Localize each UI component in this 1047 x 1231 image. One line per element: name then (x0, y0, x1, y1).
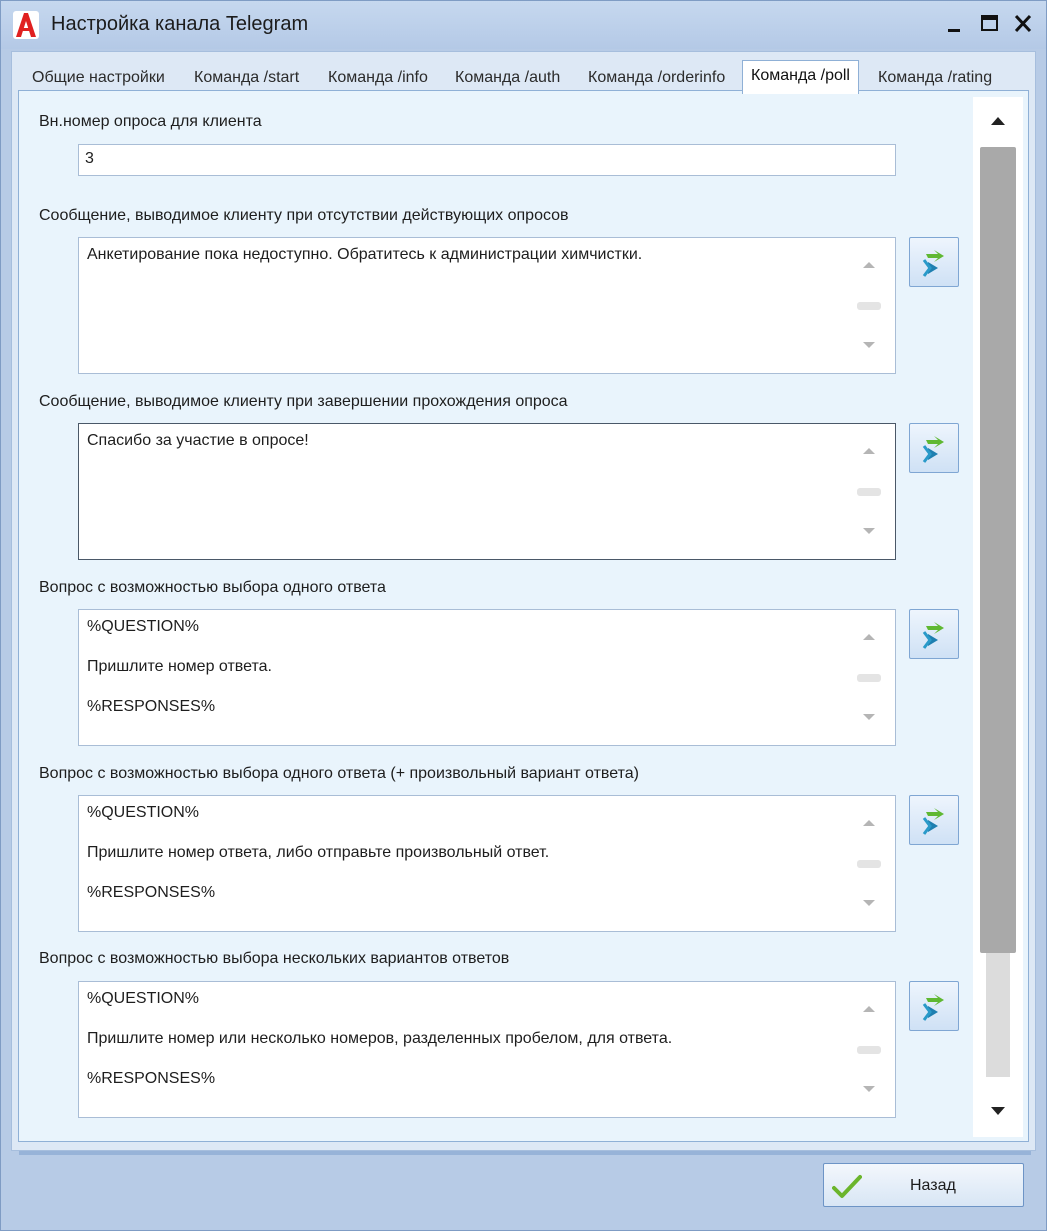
close-button[interactable] (1010, 11, 1036, 37)
single-choice-custom-label: Вопрос с возможностью выбора одного отве… (39, 765, 639, 782)
memo-line: %RESPONSES% (87, 884, 216, 901)
memo-line: %QUESTION% (87, 990, 200, 1007)
scroll-thumb[interactable] (980, 147, 1016, 953)
memo-scroll-thumb[interactable] (857, 302, 881, 310)
back-button[interactable]: Назад (823, 1163, 1024, 1207)
tab-poll[interactable]: Команда /poll (742, 60, 859, 94)
reset-default-button[interactable] (909, 237, 959, 287)
tab-info[interactable]: Команда /info (326, 66, 430, 92)
checkmark-icon (832, 1175, 862, 1198)
tab-general[interactable]: Общие настройки (30, 66, 167, 92)
memo-scroll-up-icon[interactable] (863, 1006, 875, 1012)
memo-line: %RESPONSES% (87, 698, 216, 715)
poll-complete-message-label: Сообщение, выводимое клиенту при заверше… (39, 393, 568, 410)
memo-line: Пришлите номер ответа. (87, 658, 272, 675)
reset-arrow-icon (922, 994, 944, 1021)
window: Настройка канала Telegram Общие настройк… (0, 0, 1047, 1231)
memo-scroll-down-icon[interactable] (863, 714, 875, 720)
memo-line: Пришлите номер ответа, либо отправьте пр… (87, 844, 550, 861)
multi-choice-memo[interactable]: %QUESTION% Пришлите номер или несколько … (78, 981, 896, 1118)
reset-arrow-icon (922, 622, 944, 649)
memo-scroll-thumb[interactable] (857, 1046, 881, 1054)
memo-scroll-down-icon[interactable] (863, 342, 875, 348)
minimize-icon (948, 29, 960, 32)
reset-arrow-icon (922, 808, 944, 835)
app-logo-icon (13, 11, 39, 39)
memo-scroll-down-icon[interactable] (863, 900, 875, 906)
tab-strip: Общие настройки Команда /start Команда /… (20, 58, 1028, 94)
tab-start[interactable]: Команда /start (192, 66, 301, 92)
no-polls-message-memo[interactable]: Анкетирование пока недоступно. Обратитес… (78, 237, 896, 374)
single-choice-memo[interactable]: %QUESTION% Пришлите номер ответа. %RESPO… (78, 609, 896, 746)
memo-scroll-up-icon[interactable] (863, 820, 875, 826)
back-button-label: Назад (910, 1177, 956, 1194)
bottom-divider (19, 1151, 1031, 1155)
memo-line: %QUESTION% (87, 618, 200, 635)
reset-default-button[interactable] (909, 423, 959, 473)
poll-number-input[interactable]: 3 (78, 144, 896, 176)
memo-line: %QUESTION% (87, 804, 200, 821)
poll-complete-message-memo[interactable]: Спасибо за участие в опросе! (78, 423, 896, 560)
reset-arrow-icon (922, 250, 944, 277)
page-scrollbar[interactable] (973, 97, 1023, 1137)
tab-rating[interactable]: Команда /rating (876, 66, 994, 92)
single-choice-custom-memo[interactable]: %QUESTION% Пришлите номер ответа, либо о… (78, 795, 896, 932)
memo-scroll-thumb[interactable] (857, 674, 881, 682)
no-polls-message-label: Сообщение, выводимое клиенту при отсутст… (39, 207, 569, 224)
scroll-down-icon[interactable] (991, 1107, 1005, 1115)
window-title: Настройка канала Telegram (51, 13, 309, 35)
reset-default-button[interactable] (909, 795, 959, 845)
close-icon (1014, 14, 1032, 33)
reset-arrow-icon (922, 436, 944, 463)
memo-line: Спасибо за участие в опросе! (87, 432, 309, 449)
memo-scroll-down-icon[interactable] (863, 1086, 875, 1092)
tab-orderinfo[interactable]: Команда /orderinfo (586, 66, 727, 92)
multi-choice-label: Вопрос с возможностью выбора нескольких … (39, 950, 510, 967)
memo-scroll-up-icon[interactable] (863, 262, 875, 268)
memo-line: Пришлите номер или несколько номеров, ра… (87, 1030, 673, 1047)
memo-line: %RESPONSES% (87, 1070, 216, 1087)
reset-default-button[interactable] (909, 609, 959, 659)
tab-auth[interactable]: Команда /auth (453, 66, 562, 92)
poll-number-label: Вн.номер опроса для клиента (39, 113, 262, 130)
title-bar[interactable]: Настройка канала Telegram (1, 1, 1046, 49)
reset-default-button[interactable] (909, 981, 959, 1031)
maximize-button[interactable] (977, 11, 1003, 37)
scroll-up-icon[interactable] (991, 117, 1005, 125)
memo-scroll-up-icon[interactable] (863, 634, 875, 640)
memo-scroll-down-icon[interactable] (863, 528, 875, 534)
minimize-button[interactable] (941, 11, 967, 37)
memo-scroll-thumb[interactable] (857, 488, 881, 496)
memo-line: Анкетирование пока недоступно. Обратитес… (87, 246, 643, 263)
single-choice-label: Вопрос с возможностью выбора одного отве… (39, 579, 386, 596)
memo-scroll-thumb[interactable] (857, 860, 881, 868)
maximize-icon (981, 15, 998, 31)
memo-scroll-up-icon[interactable] (863, 448, 875, 454)
